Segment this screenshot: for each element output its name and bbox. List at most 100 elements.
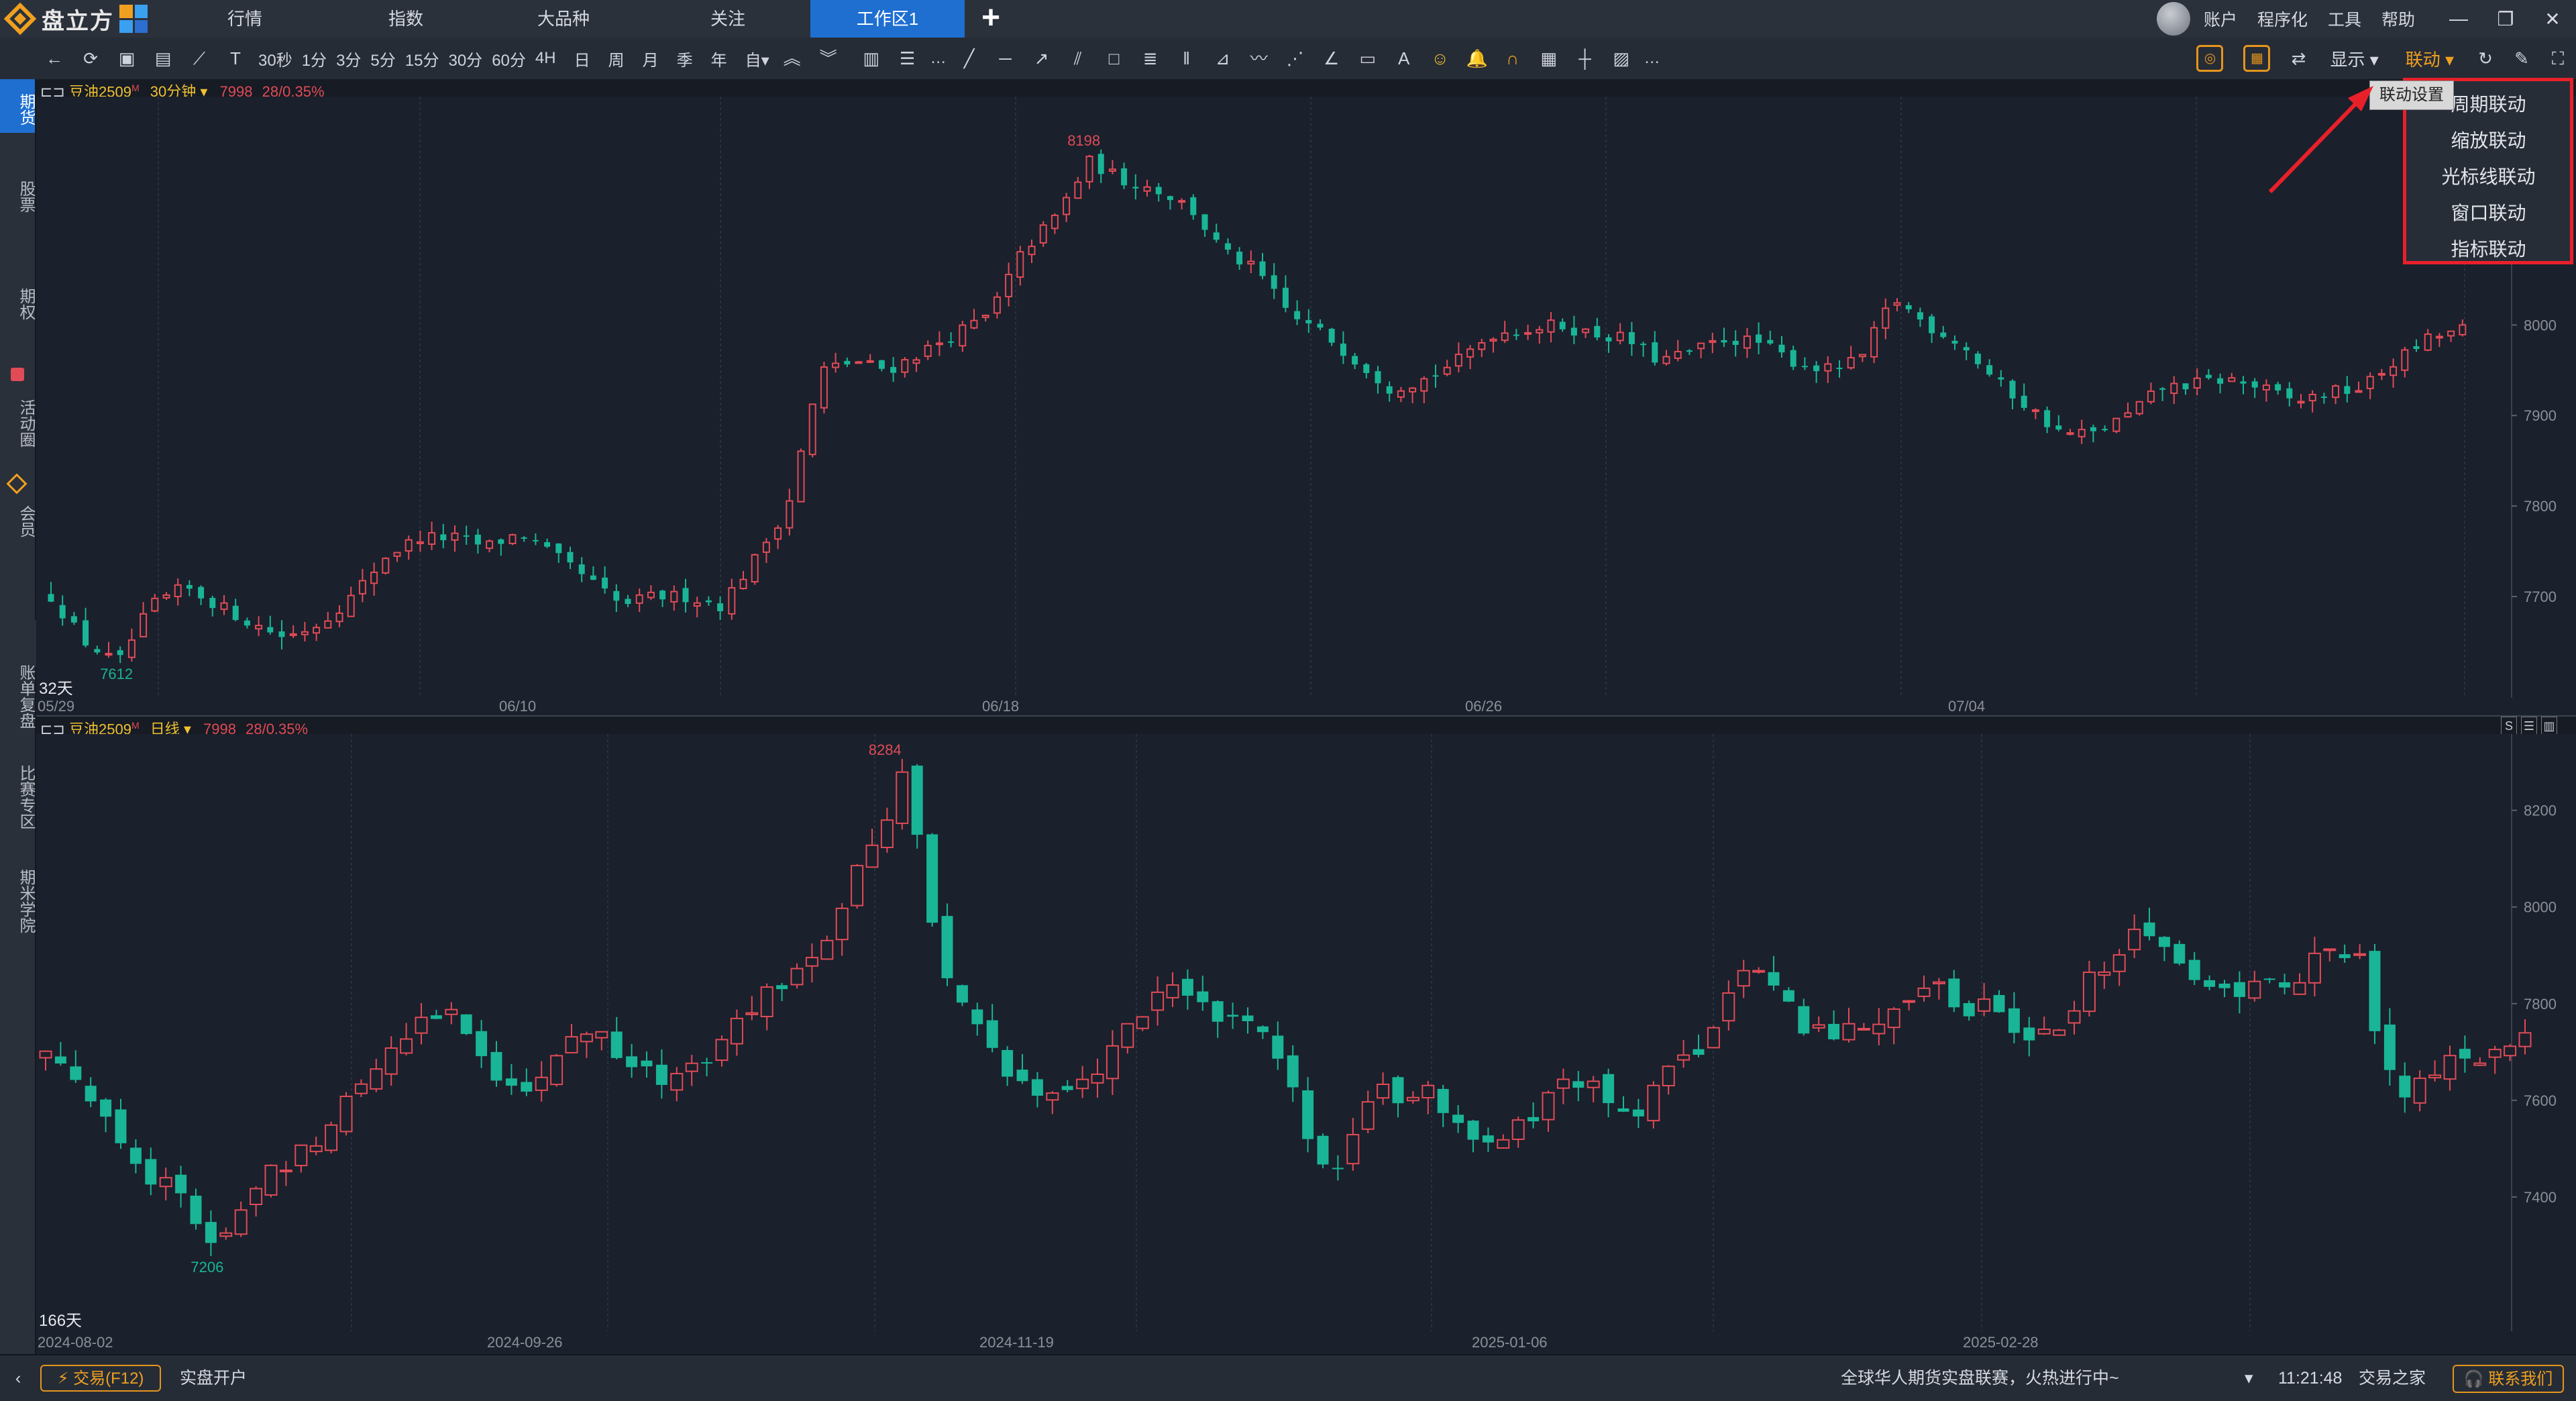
tools-link[interactable]: 工具 <box>2328 7 2361 31</box>
menu-item-zoom-link[interactable]: 缩放联动 <box>2406 123 2571 159</box>
cycle-lines-icon[interactable]: ‖ <box>1177 48 1197 68</box>
period-5m[interactable]: 5分 <box>370 47 395 70</box>
swap-icon[interactable]: ⇄ <box>2288 48 2308 68</box>
menu-item-cursor-link[interactable]: 光标线联动 <box>2406 159 2571 195</box>
sidebar-item-bill-review[interactable]: 账单复盘 <box>0 650 35 743</box>
candle-body <box>1051 214 1059 229</box>
show-menu-button[interactable]: 显示 ▾ <box>2330 46 2378 71</box>
text-tool-icon[interactable]: T <box>225 48 246 68</box>
minimize-button[interactable]: — <box>2435 8 2482 30</box>
bottom-candlestick-chart[interactable]: 8200 8000 7800 7600 7400 8284 7206 166天 <box>36 734 2576 1331</box>
tab-workspace-1[interactable]: 工作区1 <box>810 0 965 38</box>
screenshot-icon[interactable]: ▨ <box>1611 48 1631 68</box>
bottom-chart-panel[interactable]: 8200 8000 7800 7600 7400 8284 7206 166天 <box>36 734 2576 1331</box>
link-menu-button[interactable]: 联动 ▾ <box>2406 46 2454 71</box>
ruler-icon[interactable]: ▭ <box>1358 48 1378 68</box>
close-button[interactable]: ✕ <box>2529 8 2576 30</box>
panel-list-button[interactable]: ☰ <box>2521 717 2537 735</box>
status-brand[interactable]: 交易之家 <box>2359 1355 2426 1401</box>
fullscreen-icon[interactable]: ⛶ <box>2548 48 2568 68</box>
more-tools-1[interactable]: … <box>930 49 947 68</box>
split-rows-icon[interactable]: ☰ <box>898 48 918 68</box>
cross-icon[interactable]: ┼ <box>1575 48 1595 68</box>
add-tab-button[interactable]: + <box>975 1 1006 35</box>
pen-icon[interactable]: ✎ <box>2512 48 2532 68</box>
sidebar-item-member[interactable]: 会员 <box>0 498 35 545</box>
sidebar-item-stocks[interactable]: 股票 <box>0 173 35 220</box>
more-tools-2[interactable]: … <box>1644 49 1660 68</box>
open-account-link[interactable]: 实盘开户 <box>180 1355 247 1401</box>
menu-item-window-link[interactable]: 窗口联动 <box>2406 195 2571 231</box>
period-month[interactable]: 月 <box>643 47 659 70</box>
save-icon[interactable]: ▣ <box>117 48 137 68</box>
tab-quotes[interactable]: 行情 <box>208 0 282 38</box>
text-annotation-icon[interactable]: A <box>1394 48 1414 68</box>
help-link[interactable]: 帮助 <box>2381 7 2415 31</box>
ray-draw-icon[interactable]: ↗ <box>1032 48 1052 68</box>
angle-icon[interactable]: ∠ <box>1322 48 1342 68</box>
emoji-icon[interactable]: ☺ <box>1430 48 1450 68</box>
chart-line-icon[interactable]: ⟋ <box>189 48 209 68</box>
wave-icon[interactable]: 〰 <box>1249 48 1269 68</box>
programming-link[interactable]: 程序化 <box>2257 7 2308 31</box>
period-30s[interactable]: 30秒 <box>258 47 292 70</box>
bell-icon[interactable]: 🔔 <box>1466 48 1488 68</box>
candle-body <box>1697 342 1705 350</box>
chevron-up-double-icon[interactable]: ︽ <box>782 48 802 68</box>
rect-draw-icon[interactable]: □ <box>1104 48 1124 68</box>
period-day[interactable]: 日 <box>574 47 590 70</box>
tab-watchlist[interactable]: 关注 <box>691 0 765 38</box>
candle-body <box>1377 1083 1390 1099</box>
top-chart-panel[interactable]: 8000 7900 7800 7700 8198 7612 32天 <box>36 97 2576 699</box>
period-30m[interactable]: 30分 <box>448 47 482 70</box>
grid-icon[interactable]: ▦ <box>1539 48 1559 68</box>
chevron-down-double-icon[interactable]: ︾ <box>818 48 839 68</box>
period-4h[interactable]: 4H <box>535 49 556 68</box>
panel-layout-button[interactable]: ▥ <box>2541 717 2557 735</box>
period-1m[interactable]: 1分 <box>302 47 327 70</box>
period-year[interactable]: 年 <box>711 47 727 70</box>
back-icon[interactable]: ← <box>44 48 64 68</box>
candle-body <box>2009 380 2016 399</box>
candle-body <box>1151 991 1165 1011</box>
contact-us-button[interactable]: 🎧 联系我们 <box>2453 1365 2564 1393</box>
sidebar-item-futures[interactable]: 期货 <box>0 86 35 133</box>
sidebar-item-contest[interactable]: 比赛专区 <box>0 757 35 837</box>
period-60m[interactable]: 60分 <box>492 47 526 70</box>
avatar[interactable] <box>2156 2 2190 36</box>
trade-button[interactable]: ⚡ 交易(F12) <box>40 1365 161 1392</box>
top-candlestick-chart[interactable]: 8000 7900 7800 7700 8198 7612 32天 <box>36 97 2576 699</box>
candle-body <box>140 613 148 637</box>
fan-icon[interactable]: ⋰ <box>1285 48 1305 68</box>
magnet-icon[interactable]: ∩ <box>1503 48 1523 68</box>
panel-s-button[interactable]: S <box>2501 717 2517 735</box>
menu-item-indicator-link[interactable]: 指标联动 <box>2406 231 2571 268</box>
period-quarter[interactable]: 季 <box>677 47 693 70</box>
period-custom[interactable]: 自▾ <box>745 47 769 70</box>
open-folder-icon[interactable]: ▤ <box>153 48 173 68</box>
period-15m[interactable]: 15分 <box>405 47 439 70</box>
y-tick-label: 7600 <box>2524 1092 2557 1109</box>
period-3m[interactable]: 3分 <box>336 47 361 70</box>
restore-button[interactable]: ❐ <box>2482 8 2529 30</box>
hline-draw-icon[interactable]: ─ <box>996 48 1016 68</box>
calendar-icon[interactable]: ▦ <box>2243 45 2271 72</box>
tab-index[interactable]: 指数 <box>369 0 443 38</box>
gann-icon[interactable]: ⊿ <box>1213 48 1233 68</box>
account-link[interactable]: 账户 <box>2204 7 2237 31</box>
status-ticker: 全球华人期货实盘联赛，火热进行中~ <box>1841 1369 2119 1388</box>
sidebar-item-activity[interactable]: 活动圈 <box>0 386 35 460</box>
status-collapse-icon[interactable]: ‹ <box>7 1355 30 1401</box>
period-week[interactable]: 周 <box>608 47 625 70</box>
split-columns-icon[interactable]: ▥ <box>861 48 881 68</box>
tab-major-varieties[interactable]: 大品种 <box>523 0 604 38</box>
sidebar-item-academy[interactable]: 期米学院 <box>0 861 35 941</box>
channel-draw-icon[interactable]: ⫽ <box>1068 48 1088 68</box>
candle-body <box>1524 331 1532 335</box>
line-draw-icon[interactable]: ╱ <box>959 48 979 68</box>
signal-icon[interactable]: ◎ <box>2196 45 2224 72</box>
refresh-icon[interactable]: ⟳ <box>80 48 101 68</box>
sidebar-item-options[interactable]: 期权 <box>0 280 35 327</box>
sync-icon[interactable]: ↻ <box>2475 48 2496 68</box>
fib-draw-icon[interactable]: ≣ <box>1140 48 1161 68</box>
